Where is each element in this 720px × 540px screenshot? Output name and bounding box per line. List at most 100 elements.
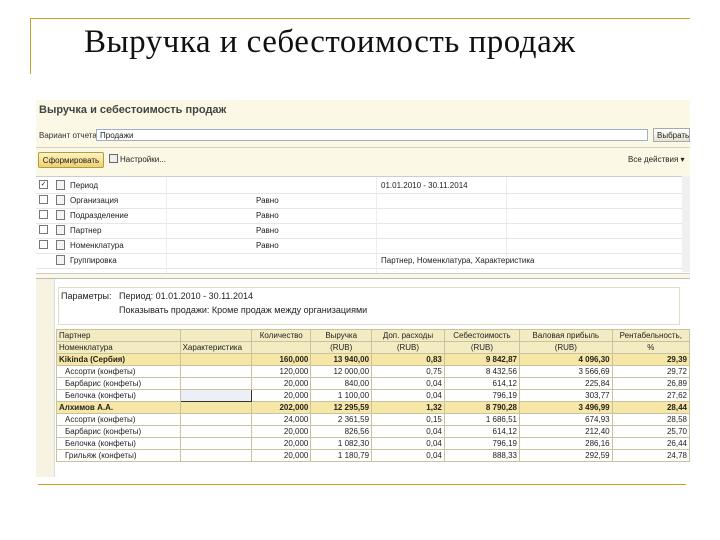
- table-row[interactable]: Грильяж (конфеты) 20,000 1 180,79 0,04 888,3…: [56, 449, 691, 462]
- cell-quantity[interactable]: 120,000: [251, 365, 312, 378]
- cell-profit[interactable]: 674,93: [519, 413, 613, 426]
- cell-revenue[interactable]: 1 180,79: [310, 449, 373, 462]
- cell-name[interactable]: Ассорти (конфеты): [56, 413, 181, 426]
- cell-margin[interactable]: 28,58: [611, 413, 691, 426]
- filter-row[interactable]: Подразделение Равно: [36, 208, 690, 224]
- table-row[interactable]: Белочка (конфеты) 20,000 1 100,00 0,04 796,1…: [56, 389, 691, 402]
- cell-cost[interactable]: 614,12: [443, 425, 521, 438]
- filter-condition[interactable]: Равно: [256, 196, 279, 205]
- table-row[interactable]: Ассорти (конфеты) 24,000 2 361,59 0,15 1 686…: [56, 413, 691, 426]
- cell-margin[interactable]: 29,39: [611, 353, 691, 366]
- cell-margin[interactable]: 29,72: [611, 365, 691, 378]
- cell-extra[interactable]: 0,15: [371, 413, 445, 426]
- cell-name[interactable]: Грильяж (конфеты): [56, 449, 181, 462]
- cell-cost[interactable]: 888,33: [443, 449, 521, 462]
- filter-condition[interactable]: Равно: [256, 211, 279, 220]
- cell-quantity[interactable]: 20,000: [251, 425, 312, 438]
- filter-row[interactable]: Партнер Равно: [36, 223, 690, 239]
- cell-characteristic[interactable]: [179, 437, 253, 450]
- filter-row[interactable]: ✓ Период 01.01.2010 - 30.11.2014: [36, 178, 690, 194]
- cell-revenue[interactable]: 1 082,30: [310, 437, 373, 450]
- cell-revenue[interactable]: 826,56: [310, 425, 373, 438]
- table-group-row[interactable]: Алхимов А.А. 202,000 12 295,59 1,32 8 790,28…: [56, 401, 691, 414]
- table-group-row[interactable]: Kikinda (Сербия) 160,000 13 940,00 0,83 9 84…: [56, 353, 691, 366]
- filter-checkbox[interactable]: [39, 210, 48, 219]
- cell-profit[interactable]: 303,77: [519, 389, 613, 402]
- cell-revenue[interactable]: 840,00: [310, 377, 373, 390]
- filter-checkbox[interactable]: ✓: [39, 180, 48, 189]
- cell-extra[interactable]: 0,04: [371, 449, 445, 462]
- cell-quantity[interactable]: 20,000: [251, 449, 312, 462]
- cell-margin[interactable]: 26,89: [611, 377, 691, 390]
- cell-cost[interactable]: 9 842,87: [443, 353, 521, 366]
- cell-name[interactable]: Kikinda (Сербия): [56, 353, 181, 366]
- cell-profit[interactable]: 225,84: [519, 377, 613, 390]
- cell-margin[interactable]: 28,44: [611, 401, 691, 414]
- filter-checkbox[interactable]: [39, 195, 48, 204]
- cell-extra[interactable]: 0,75: [371, 365, 445, 378]
- cell-margin[interactable]: 26,44: [611, 437, 691, 450]
- cell-extra[interactable]: 0,04: [371, 389, 445, 402]
- cell-quantity[interactable]: 20,000: [251, 437, 312, 450]
- cell-profit[interactable]: 3 496,99: [519, 401, 613, 414]
- cell-extra[interactable]: 0,04: [371, 377, 445, 390]
- filter-row[interactable]: Организация Равно: [36, 193, 690, 209]
- cell-quantity[interactable]: 20,000: [251, 377, 312, 390]
- cell-name[interactable]: Барбарис (конфеты): [56, 377, 181, 390]
- cell-extra[interactable]: 1,32: [371, 401, 445, 414]
- cell-extra[interactable]: 0,04: [371, 425, 445, 438]
- table-row[interactable]: Барбарис (конфеты) 20,000 826,56 0,04 614,12…: [56, 425, 691, 438]
- cell-cost[interactable]: 8 432,56: [443, 365, 521, 378]
- cell-margin[interactable]: 24,78: [611, 449, 691, 462]
- cell-characteristic[interactable]: [179, 353, 253, 366]
- filter-condition[interactable]: Равно: [256, 241, 279, 250]
- cell-quantity[interactable]: 20,000: [251, 389, 312, 402]
- cell-name[interactable]: Алхимов А.А.: [56, 401, 181, 414]
- filter-condition[interactable]: Равно: [256, 226, 279, 235]
- table-row[interactable]: Барбарис (конфеты) 20,000 840,00 0,04 614,12…: [56, 377, 691, 390]
- cell-margin[interactable]: 25,70: [611, 425, 691, 438]
- cell-extra[interactable]: 0,83: [371, 353, 445, 366]
- cell-profit[interactable]: 286,16: [519, 437, 613, 450]
- cell-name[interactable]: Барбарис (конфеты): [56, 425, 181, 438]
- table-row[interactable]: Ассорти (конфеты) 120,000 12 000,00 0,75 8 4…: [56, 365, 691, 378]
- cell-revenue[interactable]: 2 361,59: [310, 413, 373, 426]
- filter-row[interactable]: Номенклатура Равно: [36, 238, 690, 254]
- cell-margin[interactable]: 27,62: [611, 389, 691, 402]
- cell-profit[interactable]: 4 096,30: [519, 353, 613, 366]
- cell-characteristic[interactable]: [179, 425, 253, 438]
- cell-characteristic[interactable]: [179, 389, 253, 402]
- cell-characteristic[interactable]: [179, 377, 253, 390]
- cell-profit[interactable]: 3 566,69: [519, 365, 613, 378]
- cell-revenue[interactable]: 13 940,00: [310, 353, 373, 366]
- cell-revenue[interactable]: 1 100,00: [310, 389, 373, 402]
- cell-extra[interactable]: 0,04: [371, 437, 445, 450]
- cell-cost[interactable]: 1 686,51: [443, 413, 521, 426]
- filter-value[interactable]: Партнер, Номенклатура, Характеристика: [381, 256, 535, 265]
- cell-characteristic[interactable]: [179, 413, 253, 426]
- cell-revenue[interactable]: 12 000,00: [310, 365, 373, 378]
- generate-button[interactable]: Сформировать: [38, 152, 104, 168]
- cell-characteristic[interactable]: [179, 401, 253, 414]
- cell-name[interactable]: Ассорти (конфеты): [56, 365, 181, 378]
- filters-scrollbar[interactable]: [682, 176, 690, 272]
- cell-characteristic[interactable]: [179, 449, 253, 462]
- cell-characteristic[interactable]: [179, 365, 253, 378]
- select-variant-button[interactable]: Выбрать вариант...: [653, 128, 690, 142]
- filter-row[interactable]: Группировка Партнер, Номенклатура, Характ…: [36, 253, 690, 269]
- cell-revenue[interactable]: 12 295,59: [310, 401, 373, 414]
- cell-name[interactable]: Белочка (конфеты): [56, 389, 181, 402]
- cell-cost[interactable]: 796,19: [443, 389, 521, 402]
- filter-value[interactable]: 01.01.2010 - 30.11.2014: [381, 181, 468, 190]
- grouping-gutter[interactable]: [36, 279, 55, 477]
- all-actions-menu[interactable]: Все действия ▾: [628, 155, 685, 164]
- cell-name[interactable]: Белочка (конфеты): [56, 437, 181, 450]
- cell-profit[interactable]: 212,40: [519, 425, 613, 438]
- cell-cost[interactable]: 796,19: [443, 437, 521, 450]
- table-row[interactable]: Белочка (конфеты) 20,000 1 082,30 0,04 796,1…: [56, 437, 691, 450]
- filter-checkbox[interactable]: [39, 225, 48, 234]
- cell-profit[interactable]: 292,59: [519, 449, 613, 462]
- cell-cost[interactable]: 614,12: [443, 377, 521, 390]
- cell-cost[interactable]: 8 790,28: [443, 401, 521, 414]
- filter-checkbox[interactable]: [39, 240, 48, 249]
